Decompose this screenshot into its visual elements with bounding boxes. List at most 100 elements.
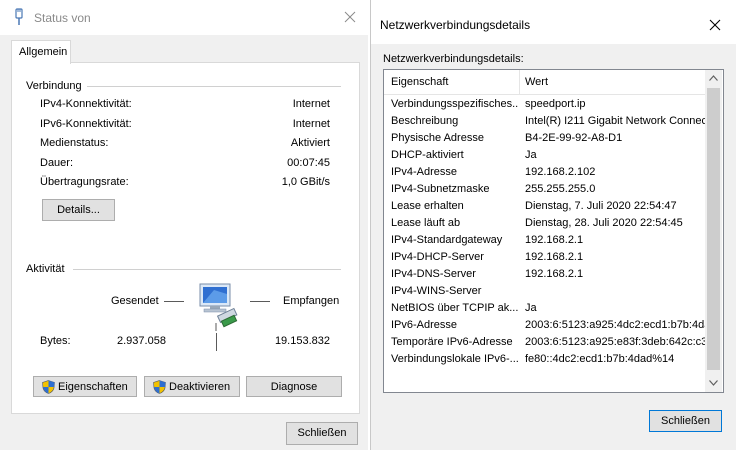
row-property: IPv4-Standardgateway [391,234,503,246]
listview-header: Eigenschaft Wert [384,70,705,95]
general-tab-panel [11,62,360,414]
details-window-title: Netzwerkverbindungsdetails [380,18,531,32]
table-row[interactable]: Temporäre IPv6-Adresse 2003:6:5123:a925:e… [384,334,705,351]
transfer-rate-value: 1,0 GBit/s [281,176,330,188]
column-header-property[interactable]: Eigenschaft [391,76,448,88]
diagnose-button-label: Diagnose [270,381,318,393]
table-row[interactable]: Lease erhalten Dienstag, 7. Juli 2020 22:… [384,198,705,215]
row-value: 192.168.2.102 [525,166,596,178]
row-property: IPv6-Adresse [391,319,458,331]
table-row[interactable]: IPv4-Standardgateway 192.168.2.1 [384,232,705,249]
connection-heading: Verbindung [26,80,82,92]
row-value: 192.168.2.1 [525,234,584,246]
row-value: Ja [525,302,537,314]
row-value: Dienstag, 7. Juli 2020 22:54:47 [525,200,677,212]
table-row[interactable]: IPv4-Subnetzmaske 255.255.255.0 [384,181,705,198]
duration-label: Dauer: [40,157,74,169]
details-button[interactable]: Details... [42,199,115,221]
row-property: Verbindungslokale IPv6-... [391,353,519,365]
table-row[interactable]: Verbindungslokale IPv6-... fe80::4dc2:ecd… [384,351,705,368]
connection-divider [87,86,341,87]
status-window: Status von Allgemein Verbindung IPv4-Kon… [0,0,368,450]
media-status-label: Medienstatus: [40,137,109,149]
row-property: Lease läuft ab [391,217,461,229]
status-titlebar: Status von [0,0,368,35]
table-row[interactable]: IPv4-Adresse 192.168.2.102 [384,164,705,181]
table-row[interactable]: DHCP-aktiviert Ja [384,147,705,164]
network-computers-icon [199,283,238,331]
details-close-button[interactable]: Schließen [649,410,722,432]
table-row[interactable]: IPv4-DHCP-Server 192.168.2.1 [384,249,705,266]
duration-value: 00:07:45 [287,157,330,169]
properties-button[interactable]: Eigenschaften [33,376,137,397]
ipv4-connectivity-label: IPv4-Konnektivität: [40,98,132,110]
row-property: NetBIOS über TCPIP ak... [391,302,519,314]
ipv6-connectivity-value: Internet [292,118,330,130]
details-list-caption: Netzwerkverbindungsdetails: [383,53,524,65]
scroll-down-arrow-icon[interactable] [709,380,718,386]
bytes-received-value: 19.153.832 [274,335,330,347]
status-window-title: Status von [34,11,91,25]
row-property: IPv4-Adresse [391,166,458,178]
tab-general-label: Allgemein [19,46,68,58]
transfer-rate-label: Übertragungsrate: [40,176,129,188]
row-property: Physische Adresse [391,132,484,144]
table-row[interactable]: Physische Adresse B4-2E-99-92-A8-D1 [384,130,705,147]
table-row[interactable]: Verbindungsspezifisches... speedport.ip [384,96,705,113]
row-property: Verbindungsspezifisches... [391,98,519,110]
status-close-button-label: Schließen [297,427,347,439]
row-property: Beschreibung [391,115,459,127]
close-icon[interactable] [709,19,721,31]
table-row[interactable]: Lease läuft ab Dienstag, 28. Juli 2020 22… [384,215,705,232]
scrollbar-thumb[interactable] [707,88,720,370]
row-value: Dienstag, 28. Juli 2020 22:54:45 [525,217,683,229]
ipv6-connectivity-label: IPv6-Konnektivität: [40,118,132,130]
row-value: 192.168.2.1 [525,268,584,280]
details-window: Netzwerkverbindungsdetails Netzwerkverbi… [370,0,736,450]
properties-button-label: Eigenschaften [58,381,128,393]
details-listview[interactable]: Eigenschaft Wert Verbindungsspezifisches… [383,69,724,393]
row-property: IPv4-WINS-Server [391,285,482,297]
table-row[interactable]: Beschreibung Intel(R) I211 Gigabit Networ… [384,113,705,130]
activity-divider-vertical [216,333,217,351]
column-header-divider[interactable] [519,70,520,94]
table-row[interactable]: IPv6-Adresse 2003:6:5123:a925:4dc2:ecd1:b… [384,317,705,334]
row-property: IPv4-DNS-Server [391,268,476,280]
ipv4-connectivity-value: Internet [292,98,330,110]
row-property: Temporäre IPv6-Adresse [391,336,513,348]
tab-general[interactable]: Allgemein [11,40,71,64]
listview-body: Verbindungsspezifisches... speedport.ip B… [384,96,705,392]
media-status-value: Aktiviert [290,137,330,149]
row-value: Intel(R) I211 Gigabit Network Connection [525,115,705,127]
uac-shield-icon [153,380,166,394]
details-button-label: Details... [57,204,100,216]
diagnose-button[interactable]: Diagnose [246,376,342,397]
network-plug-icon [15,8,23,25]
table-row[interactable]: IPv4-DNS-Server 192.168.2.1 [384,266,705,283]
received-connector [250,301,270,302]
row-value: 192.168.2.1 [525,251,584,263]
sent-connector [164,301,184,302]
scroll-up-arrow-icon[interactable] [709,75,718,81]
row-property: IPv4-Subnetzmaske [391,183,490,195]
table-row[interactable]: IPv4-WINS-Server [384,283,705,300]
details-titlebar: Netzwerkverbindungsdetails [371,0,736,44]
row-value: fe80::4dc2:ecd1:b7b:4dad%14 [525,353,675,365]
column-header-value[interactable]: Wert [525,76,548,88]
details-close-button-label: Schließen [661,415,710,427]
row-property: DHCP-aktiviert [391,149,464,161]
vertical-scrollbar[interactable] [705,70,722,392]
bytes-label: Bytes: [40,335,71,347]
status-close-button[interactable]: Schließen [286,422,358,445]
activity-heading: Aktivität [26,263,65,275]
deactivate-button-label: Deaktivieren [169,381,231,393]
activity-divider [73,269,341,270]
row-property: Lease erhalten [391,200,464,212]
row-value: 2003:6:5123:a925:4dc2:ecd1:b7b:4dad [525,319,705,331]
uac-shield-icon [42,380,55,394]
sent-label: Gesendet [111,295,159,307]
close-icon[interactable] [344,11,356,23]
deactivate-button[interactable]: Deaktivieren [144,376,240,397]
row-value: 255.255.255.0 [525,183,596,195]
table-row[interactable]: NetBIOS über TCPIP ak... Ja [384,300,705,317]
